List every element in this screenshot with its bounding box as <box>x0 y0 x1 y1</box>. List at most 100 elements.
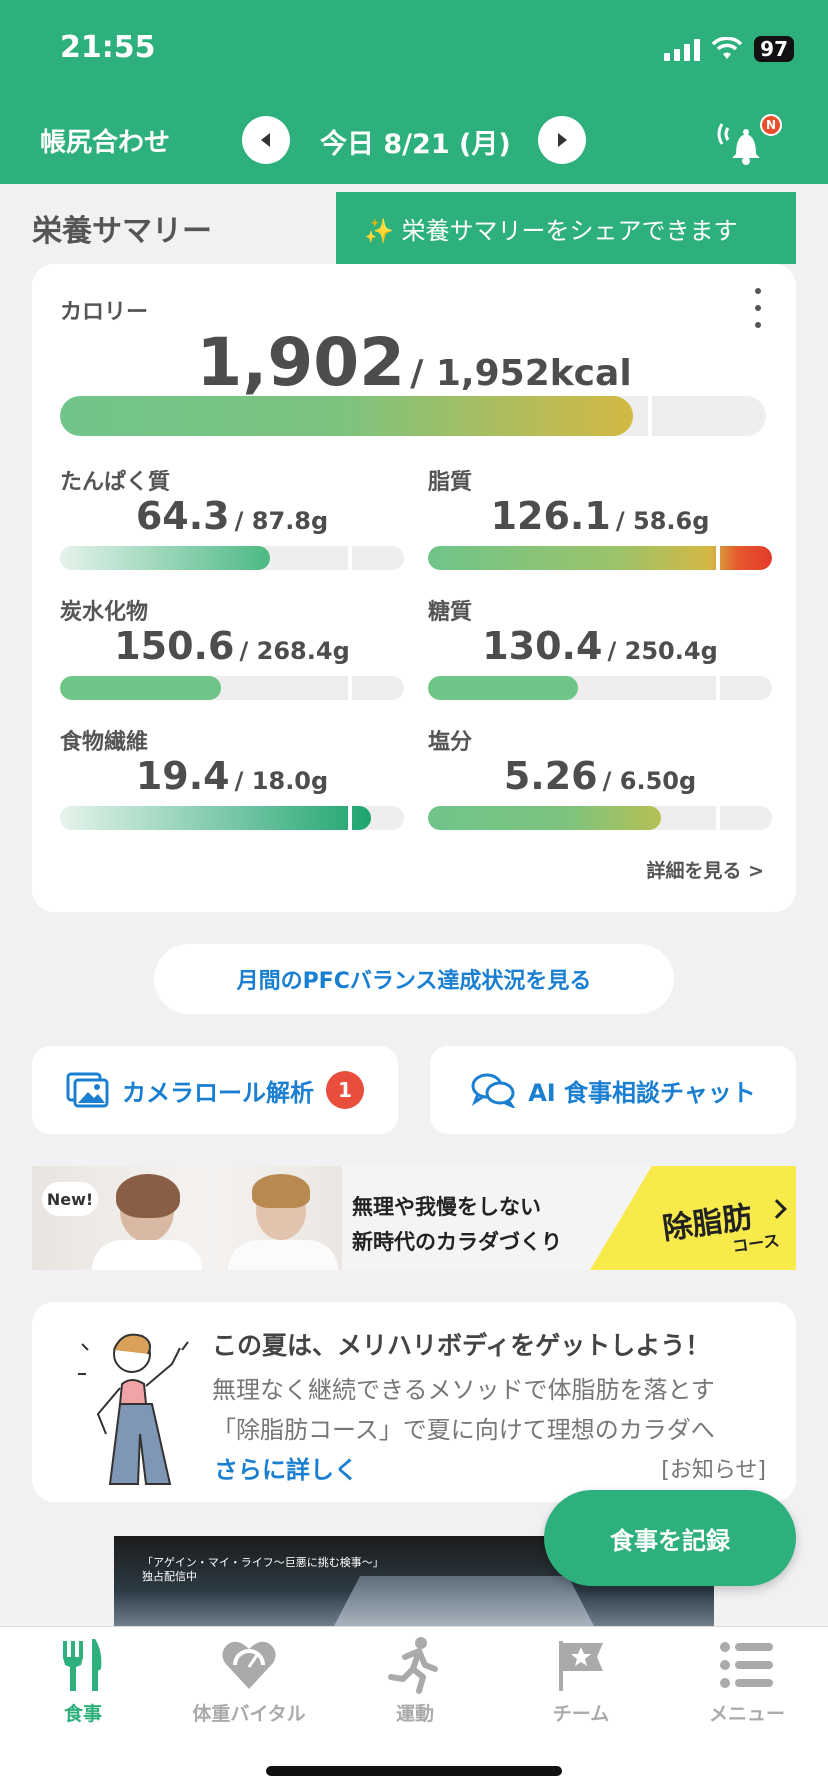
nutrient-protein[interactable]: たんぱく質 64.3 / 87.8g <box>60 464 404 584</box>
nutrient-fiber[interactable]: 食物繊維 19.4 / 18.0g <box>60 724 404 844</box>
person-body <box>228 1240 338 1270</box>
goal-tick <box>348 676 352 700</box>
flag-star-icon <box>559 1641 603 1691</box>
nutrient-goal: / 250.4g <box>607 637 718 665</box>
nutrient-value: 150.6 <box>114 624 235 668</box>
prev-day-button[interactable] <box>242 116 290 164</box>
cellular-signal-icon <box>664 37 701 61</box>
announcement-line: 「除脂肪コース」で夏に向けて理想のカラダへ <box>212 1416 715 1444</box>
running-icon <box>388 1637 438 1694</box>
goal-tick <box>716 546 720 570</box>
tab-label: チーム <box>552 1703 610 1725</box>
calorie-values: 1,902 / 1,952kcal <box>32 324 796 401</box>
new-badge: New! <box>42 1182 98 1216</box>
nutrient-progress-bar <box>60 806 404 830</box>
tab-team[interactable]: チーム <box>498 1635 664 1735</box>
chat-bubbles-icon <box>471 1073 516 1108</box>
more-options-icon[interactable] <box>750 288 766 328</box>
tab-label: 食事 <box>63 1703 102 1725</box>
nutrient-label: 食物繊維 <box>60 730 149 755</box>
nutrient-value: 5.26 <box>503 754 598 798</box>
section-title: 栄養サマリー <box>32 214 212 249</box>
nutrient-values: 19.4 / 18.0g <box>60 754 404 798</box>
chevron-right-icon <box>558 133 567 147</box>
chevron-left-icon <box>261 133 270 147</box>
nutrient-progress-fill <box>60 546 270 570</box>
list-icon <box>720 1642 773 1688</box>
video-caption-line: 「アゲイン・マイ・ライフ〜巨悪に挑む検事〜」 <box>142 1556 384 1569</box>
banner-line: 新時代のカラダづくり <box>352 1230 562 1254</box>
photo-gallery-icon <box>66 1072 109 1108</box>
nutrient-goal: / 58.6g <box>615 507 710 535</box>
ai-chat-label: AI 食事相談チャット <box>528 1078 756 1107</box>
person-body <box>92 1240 202 1270</box>
fork-knife-icon <box>63 1639 102 1691</box>
read-more-link[interactable]: さらに詳しく <box>214 1450 358 1485</box>
nutrient-goal: / 18.0g <box>234 767 329 795</box>
nutrient-carbs[interactable]: 炭水化物 150.6 / 268.4g <box>60 594 404 714</box>
tab-exercise[interactable]: 運動 <box>332 1635 498 1735</box>
nutrient-values: 150.6 / 268.4g <box>60 624 404 668</box>
share-tooltip[interactable]: ✨ 栄養サマリーをシェアできます <box>336 192 796 264</box>
ai-chat-button[interactable]: AI 食事相談チャット <box>430 1046 796 1134</box>
nutrient-label: 炭水化物 <box>60 600 149 625</box>
tab-label: 体重バイタル <box>192 1703 306 1725</box>
nutrient-label: たんぱく質 <box>60 470 171 495</box>
tab-menu[interactable]: メニュー <box>664 1635 828 1735</box>
video-caption-line: 独占配信中 <box>142 1570 197 1583</box>
nutrient-progress-fill <box>428 806 661 830</box>
nutrient-progress-fill <box>60 676 221 700</box>
nutrient-values: 64.3 / 87.8g <box>60 494 404 538</box>
calorie-goal: / 1,952kcal <box>410 353 632 394</box>
announcement-title: この夏は、メリハリボディをゲットしよう！ <box>212 1331 711 1360</box>
nutrient-progress-bar <box>428 806 772 830</box>
nutrition-summary-card: カロリー 1,902 / 1,952kcal たんぱく質 64.3 / 87.8… <box>32 264 796 912</box>
tab-weight-vitals[interactable]: 体重バイタル <box>166 1635 332 1735</box>
wifi-icon <box>712 37 743 59</box>
date-label[interactable]: 今日 8/21 (月) <box>320 122 511 161</box>
nutrient-value: 19.4 <box>135 754 230 798</box>
battery-indicator: 97 <box>754 36 794 62</box>
record-meal-button[interactable]: 食事を記録 <box>544 1490 796 1586</box>
goal-tick <box>348 546 352 570</box>
calorie-goal-tick <box>648 396 652 436</box>
announcement-line: 無理なく継続できるメソッドで体脂肪を落とす <box>212 1376 715 1404</box>
calorie-value: 1,902 <box>196 324 406 401</box>
nutrient-values: 130.4 / 250.4g <box>428 624 772 668</box>
camera-roll-analysis-button[interactable]: カメラロール解析 1 <box>32 1046 398 1134</box>
nutrient-salt[interactable]: 塩分 5.26 / 6.50g <box>428 724 772 844</box>
person-hair <box>252 1174 310 1208</box>
status-time: 21:55 <box>60 30 156 65</box>
nutrient-progress-fill <box>428 546 772 570</box>
calorie-progress-bar <box>60 396 766 436</box>
pfc-balance-button[interactable]: 月間のPFCバランス達成状況を見る <box>154 944 674 1014</box>
nutrient-label: 脂質 <box>428 470 473 495</box>
announcement-tag: [お知らせ] <box>661 1458 766 1483</box>
status-icons: 97 <box>664 34 794 64</box>
nutrient-progress-bar <box>60 676 404 700</box>
goal-tick <box>348 806 352 830</box>
camera-roll-label: カメラロール解析 <box>122 1078 314 1107</box>
tab-label: メニュー <box>708 1703 785 1725</box>
nutrient-progress-fill <box>428 676 578 700</box>
balance-adjust-link[interactable]: 帳尻合わせ <box>40 122 170 159</box>
nutrient-value: 64.3 <box>135 494 230 538</box>
nutrient-fat[interactable]: 脂質 126.1 / 58.6g <box>428 464 772 584</box>
nutrient-sugar[interactable]: 糖質 130.4 / 250.4g <box>428 594 772 714</box>
nutrient-values: 126.1 / 58.6g <box>428 494 772 538</box>
tab-meal[interactable]: 食事 <box>0 1635 166 1735</box>
video-caption: 「アゲイン・マイ・ライフ〜巨悪に挑む検事〜」 独占配信中 <box>142 1556 384 1584</box>
header: 21:55 97 帳尻合わせ 今日 8/21 (月) N <box>0 0 828 184</box>
nutrient-goal: / 6.50g <box>602 767 697 795</box>
nutrient-label: 塩分 <box>428 730 473 755</box>
nutrient-progress-bar <box>60 546 404 570</box>
nutrient-value: 126.1 <box>490 494 611 538</box>
details-link[interactable]: 詳細を見る > <box>646 856 764 883</box>
tab-label: 運動 <box>395 1703 434 1725</box>
next-day-button[interactable] <box>538 116 586 164</box>
nutrient-progress-bar <box>428 546 772 570</box>
camera-roll-badge: 1 <box>326 1071 364 1109</box>
fat-loss-course-banner[interactable]: New! 無理や我慢をしない 新時代のカラダづくり 除脂肪 コース <box>32 1166 796 1270</box>
announcement-card[interactable]: この夏は、メリハリボディをゲットしよう！ 無理なく継続できるメソッドで体脂肪を落… <box>32 1302 796 1502</box>
notification-badge: N <box>760 114 782 136</box>
